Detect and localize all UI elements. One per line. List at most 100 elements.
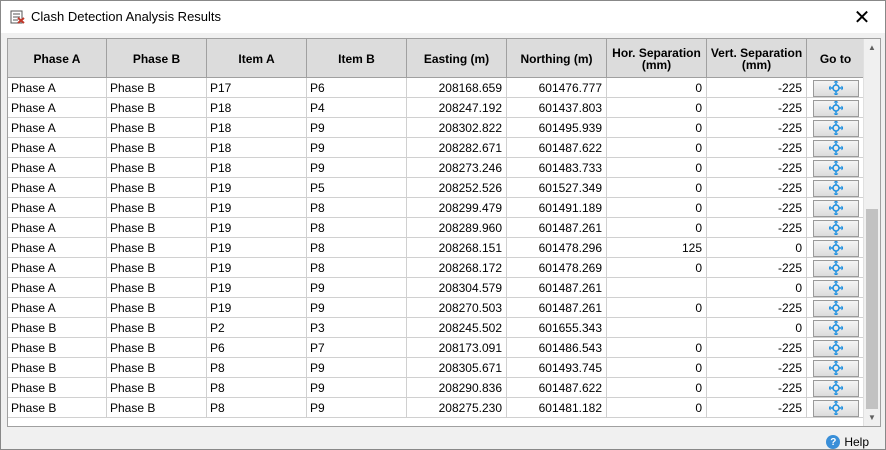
go-to-button[interactable] — [812, 359, 859, 377]
col-northing-cell: 601483.733 — [507, 158, 607, 178]
col-hor-sep-cell: 0 — [607, 78, 707, 98]
col-northing-cell: 601487.622 — [507, 378, 607, 398]
table-row[interactable]: Phase B Phase B P8 P9 208305.671 601493.745 0-… — [8, 358, 865, 378]
col-phase-b-cell: Phase B — [107, 238, 207, 258]
col-item-b-cell: P8 — [307, 238, 407, 258]
vertical-scrollbar[interactable]: ▲ ▼ — [863, 39, 880, 426]
table-row[interactable]: Phase B Phase B P2 P3 208245.502 601655.343 0 — [8, 318, 865, 338]
go-to-button[interactable] — [812, 219, 859, 237]
target-crosshair-icon — [828, 201, 843, 215]
col-vert-sep-cell: -225 — [707, 78, 807, 98]
col-phase-a-cell: Phase A — [8, 138, 107, 158]
col-easting-header[interactable]: Easting (m) — [407, 39, 507, 78]
target-crosshair-icon — [828, 181, 843, 195]
col-northing-cell: 601476.777 — [507, 78, 607, 98]
col-easting-cell: 208275.230 — [407, 398, 507, 418]
col-go-to-cell — [807, 258, 865, 278]
go-to-button[interactable] — [812, 299, 859, 317]
col-go-to-header[interactable]: Go to — [807, 39, 865, 78]
table-row[interactable]: Phase B Phase B P8 P9 208275.230 601481.182 0-… — [8, 398, 865, 418]
help-label: Help — [844, 435, 869, 449]
col-hor-sep-cell: 0 — [607, 158, 707, 178]
col-item-b-cell: P9 — [307, 358, 407, 378]
table-row[interactable]: Phase A Phase B P18 P9 208282.671 601487.622 0… — [8, 138, 865, 158]
close-button[interactable]: ✕ — [839, 1, 885, 33]
go-to-button[interactable] — [812, 259, 859, 277]
col-phase-a-cell: Phase B — [8, 358, 107, 378]
go-to-button[interactable] — [812, 139, 859, 157]
go-to-button[interactable] — [812, 79, 859, 97]
col-phase-a-header[interactable]: Phase A — [8, 39, 107, 78]
col-go-to-cell — [807, 138, 865, 158]
col-easting-cell: 208252.526 — [407, 178, 507, 198]
col-item-b-cell: P9 — [307, 278, 407, 298]
col-vert-sep-cell: -225 — [707, 338, 807, 358]
target-crosshair-icon — [828, 381, 843, 395]
col-vert-sep-cell: -225 — [707, 378, 807, 398]
col-item-a-cell: P19 — [207, 238, 307, 258]
col-hor-sep-cell: 0 — [607, 358, 707, 378]
table-row[interactable]: Phase A Phase B P19 P8 208268.151 601478.296 1… — [8, 238, 865, 258]
go-to-button[interactable] — [812, 199, 859, 217]
scroll-down-arrow-icon[interactable]: ▼ — [864, 409, 880, 426]
col-phase-b-cell: Phase B — [107, 198, 207, 218]
target-crosshair-icon — [828, 301, 843, 315]
col-phase-a-cell: Phase A — [8, 278, 107, 298]
go-to-button[interactable] — [812, 339, 859, 357]
col-hor-sep-cell: 125 — [607, 238, 707, 258]
col-hor-sep-cell: 0 — [607, 298, 707, 318]
col-hor-sep-header[interactable]: Hor. Separation (mm) — [607, 39, 707, 78]
col-phase-a-cell: Phase A — [8, 218, 107, 238]
col-phase-a-cell: Phase A — [8, 158, 107, 178]
col-vert-sep-cell: 0 — [707, 318, 807, 338]
scroll-thumb[interactable] — [866, 209, 878, 409]
go-to-button[interactable] — [812, 319, 859, 337]
table-row[interactable]: Phase B Phase B P6 P7 208173.091 601486.543 0-… — [8, 338, 865, 358]
col-vert-sep-cell: -225 — [707, 358, 807, 378]
table-row[interactable]: Phase B Phase B P8 P9 208290.836 601487.622 0-… — [8, 378, 865, 398]
go-to-button[interactable] — [812, 399, 859, 417]
table-row[interactable]: Phase A Phase B P17 P6 208168.659 601476.777 0… — [8, 78, 865, 98]
col-item-b-header[interactable]: Item B — [307, 39, 407, 78]
go-to-button[interactable] — [812, 119, 859, 137]
col-easting-cell: 208268.151 — [407, 238, 507, 258]
col-vert-sep-cell: -225 — [707, 198, 807, 218]
go-to-button[interactable] — [812, 179, 859, 197]
col-northing-cell: 601495.939 — [507, 118, 607, 138]
table-row[interactable]: Phase A Phase B P18 P4 208247.192 601437.803 0… — [8, 98, 865, 118]
target-crosshair-icon — [828, 341, 843, 355]
col-phase-b-cell: Phase B — [107, 298, 207, 318]
col-phase-b-cell: Phase B — [107, 258, 207, 278]
table-row[interactable]: Phase A Phase B P19 P9 208304.579 601487.261 0 — [8, 278, 865, 298]
col-item-b-cell: P9 — [307, 138, 407, 158]
help-link[interactable]: ? Help — [826, 435, 869, 449]
table-row[interactable]: Phase A Phase B P19 P8 208289.960 601487.261 0… — [8, 218, 865, 238]
col-item-b-cell: P3 — [307, 318, 407, 338]
col-phase-b-header[interactable]: Phase B — [107, 39, 207, 78]
col-hor-sep-cell — [607, 278, 707, 298]
go-to-button[interactable] — [812, 99, 859, 117]
go-to-button[interactable] — [812, 159, 859, 177]
go-to-button[interactable] — [812, 239, 859, 257]
table-row[interactable]: Phase A Phase B P19 P8 208299.479 601491.189 0… — [8, 198, 865, 218]
col-phase-a-cell: Phase A — [8, 78, 107, 98]
col-hor-sep-cell — [607, 318, 707, 338]
col-vert-sep-header[interactable]: Vert. Separation (mm) — [707, 39, 807, 78]
col-phase-b-cell: Phase B — [107, 118, 207, 138]
col-go-to-cell — [807, 298, 865, 318]
col-item-a-header[interactable]: Item A — [207, 39, 307, 78]
col-easting-cell: 208270.503 — [407, 298, 507, 318]
table-row[interactable]: Phase A Phase B P19 P8 208268.172 601478.269 0… — [8, 258, 865, 278]
table-row[interactable]: Phase A Phase B P18 P9 208302.822 601495.939 0… — [8, 118, 865, 138]
col-hor-sep-cell: 0 — [607, 378, 707, 398]
scroll-up-arrow-icon[interactable]: ▲ — [864, 39, 880, 56]
table-row[interactable]: Phase A Phase B P19 P5 208252.526 601527.349 0… — [8, 178, 865, 198]
col-easting-cell: 208290.836 — [407, 378, 507, 398]
results-grid: Phase A Phase B Item A Item B Easting (m) Nor… — [7, 38, 881, 427]
col-northing-header[interactable]: Northing (m) — [507, 39, 607, 78]
table-row[interactable]: Phase A Phase B P19 P9 208270.503 601487.261 0… — [8, 298, 865, 318]
col-go-to-cell — [807, 218, 865, 238]
go-to-button[interactable] — [812, 279, 859, 297]
go-to-button[interactable] — [812, 379, 859, 397]
table-row[interactable]: Phase A Phase B P18 P9 208273.246 601483.733 0… — [8, 158, 865, 178]
